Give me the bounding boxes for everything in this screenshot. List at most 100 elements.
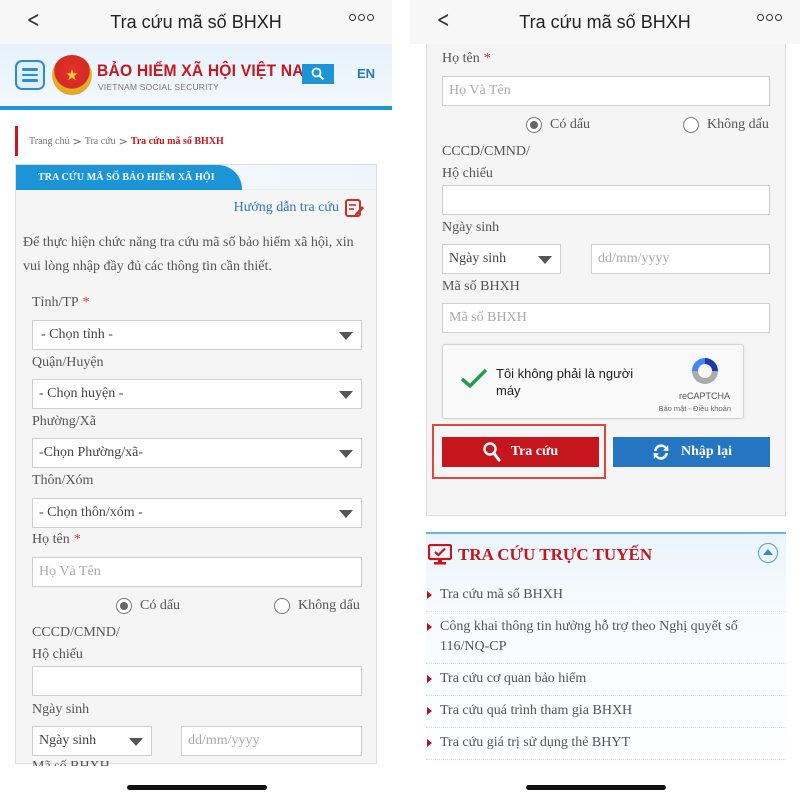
list-item[interactable]: Tra cứu mã số BHXH [426, 580, 786, 612]
radio-with-accent[interactable]: Có dấu [526, 117, 590, 133]
breadcrumb-separator: > [72, 134, 82, 148]
navbar-title: Tra cứu mã số BHXH [519, 11, 691, 32]
radio-label: Không dấu [298, 598, 360, 613]
radio-selected-icon [526, 117, 542, 133]
fullname-input[interactable]: Họ Và Tên [32, 557, 362, 587]
dropdown-caret-icon [339, 391, 353, 399]
search-button[interactable] [302, 64, 334, 84]
breadcrumb-section[interactable]: Tra cứu [85, 136, 116, 147]
navbar-title: Tra cứu mã số BHXH [110, 11, 282, 32]
online-lookup-title-text: TRA CỨU TRỰC TUYẾN [458, 545, 653, 564]
dropdown-caret-icon [339, 450, 353, 458]
fullname-input[interactable]: Họ Và Tên [442, 76, 770, 106]
search-button-label: Tra cứu [510, 444, 559, 459]
id-number-input[interactable] [442, 185, 770, 215]
breadcrumb-current: Tra cứu mã số BHXH [130, 135, 224, 147]
province-select[interactable]: - Chọn tỉnh - [32, 320, 362, 350]
id-number-input[interactable] [32, 666, 362, 696]
recaptcha-text: Tôi không phải là người máy [496, 366, 634, 398]
dob-label: Ngày sinh [32, 702, 90, 717]
id-number-label: CCCD/CMND/ Hộ chiếu [32, 625, 120, 662]
brand-subtitle: VIETNAM SOCIAL SECURITY [98, 82, 219, 92]
dob-label: Ngày sinh [442, 220, 500, 235]
online-lookup-list: Tra cứu mã số BHXH Công khai thông tin h… [426, 580, 786, 792]
dropdown-caret-icon [538, 256, 552, 264]
panel-tab-title: TRA CỨU MÃ SỐ BẢO HIỂM XÃ HỘI [16, 165, 242, 190]
radio-with-accent[interactable]: Có dấu [116, 598, 180, 614]
list-item[interactable]: Tra cứu giá trị sử dụng thẻ BHYT [426, 728, 786, 760]
panel-header: TRA CỨU MÃ SỐ BẢO HIỂM XÃ HỘI [16, 165, 376, 190]
dropdown-caret-icon [339, 510, 353, 518]
refresh-icon [653, 444, 669, 460]
lookup-form-panel: TRA CỨU MÃ SỐ BẢO HIỂM XÃ HỘI Hướng dẫn … [15, 164, 377, 774]
search-submit-button[interactable]: Tra cứu [442, 437, 599, 467]
list-item[interactable]: Tra cứu cơ quan bảo hiểm [426, 664, 786, 696]
edit-document-icon [345, 199, 364, 217]
reset-button[interactable]: Nhập lại [613, 437, 770, 467]
recaptcha-widget[interactable]: Tôi không phải là người máy reCAPTCHA Bả… [442, 344, 744, 419]
dob-type-value: Ngày sinh [449, 251, 507, 266]
province-label: Tỉnh/TP * [32, 295, 90, 310]
dropdown-caret-icon [129, 738, 143, 746]
search-icon [311, 67, 325, 81]
id-number-label: CCCD/CMND/ Hộ chiếu [442, 144, 530, 181]
ward-select-value: -Chọn Phường/xã- [39, 445, 144, 460]
site-header: ★ BẢO HIỂM XÃ HỘI VIỆT NAM VIETNAM SOCIA… [0, 44, 392, 110]
guide-link[interactable]: Hướng dẫn tra cứu [234, 199, 365, 217]
district-label: Quận/Huyện [32, 355, 104, 370]
recaptcha-logo-icon [692, 358, 718, 384]
collapse-up-icon[interactable] [758, 543, 778, 563]
ward-select[interactable]: -Chọn Phường/xã- [32, 438, 362, 468]
home-indicator [526, 785, 666, 790]
district-select[interactable]: - Chọn huyện - [32, 379, 362, 409]
bhxh-code-input[interactable]: Mã số BHXH [442, 303, 770, 333]
language-toggle[interactable]: EN [357, 66, 375, 81]
guide-label: Hướng dẫn tra cứu [233, 200, 339, 215]
lookup-form-panel: Họ tên * Họ Và Tên Có dấu Không dấu CCCD/… [426, 30, 786, 516]
back-chevron-icon[interactable]: < [27, 8, 40, 34]
dob-type-value: Ngày sinh [39, 733, 97, 748]
dob-type-select[interactable]: Ngày sinh [442, 244, 561, 274]
radio-label: Có dấu [140, 598, 181, 613]
breadcrumb: Trang chủ > Tra cứu > Tra cứu mã số BHXH [15, 126, 224, 156]
ward-label: Phường/Xã [32, 414, 96, 429]
fullname-label: Họ tên * [442, 51, 491, 66]
monitor-check-icon [428, 544, 452, 565]
radio-unselected-icon [274, 598, 290, 614]
dob-input[interactable]: dd/mm/yyyy [181, 726, 362, 756]
district-select-value: - Chọn huyện - [39, 386, 124, 401]
browser-navbar: < Tra cứu mã số BHXH [0, 0, 392, 44]
breadcrumb-separator: > [118, 134, 128, 148]
bottom-safe-area [0, 766, 392, 800]
hamlet-select[interactable]: - Chọn thôn/xóm - [32, 498, 362, 528]
reset-button-label: Nhập lại [681, 444, 732, 459]
browser-navbar: < Tra cứu mã số BHXH [410, 0, 800, 44]
breadcrumb-home[interactable]: Trang chủ [29, 136, 69, 147]
bottom-safe-area [410, 766, 800, 800]
list-item[interactable]: Công khai thông tin hưởng hỗ trợ theo Ng… [426, 612, 786, 664]
radio-without-accent[interactable]: Không dấu [274, 598, 360, 614]
list-item[interactable]: Tra cứu quá trình tham gia BHXH [426, 696, 786, 728]
hamlet-select-value: - Chọn thôn/xóm - [39, 505, 143, 520]
fullname-label: Họ tên * [32, 532, 81, 547]
bhxh-code-label: Mã số BHXH [442, 279, 520, 294]
search-icon [483, 442, 501, 462]
dob-type-select[interactable]: Ngày sinh [32, 726, 152, 756]
right-screen: Họ tên * Họ Và Tên Có dấu Không dấu CCCD/… [410, 0, 800, 800]
online-lookup-title: TRA CỨU TRỰC TUYẾN [428, 544, 652, 566]
province-select-value: - Chọn tỉnh - [41, 327, 113, 342]
more-options-icon[interactable] [757, 14, 782, 21]
radio-unselected-icon [683, 117, 699, 133]
recaptcha-terms-link[interactable]: Bảo mật - Điều khoản [658, 404, 731, 413]
intro-text: Để thực hiện chức năng tra cứu mã số bảo… [23, 235, 354, 274]
national-emblem-logo: ★ [52, 55, 92, 95]
hamlet-label: Thôn/Xóm [32, 473, 94, 488]
hamburger-menu-icon[interactable] [15, 60, 45, 90]
radio-label: Không dấu [707, 117, 769, 132]
dropdown-caret-icon [339, 332, 353, 340]
left-screen: < Tra cứu mã số BHXH ★ BẢO HIỂM XÃ HỘI V… [0, 0, 392, 800]
more-options-icon[interactable] [349, 14, 374, 21]
radio-without-accent[interactable]: Không dấu [683, 117, 769, 133]
back-chevron-icon[interactable]: < [437, 8, 450, 34]
dob-input[interactable]: dd/mm/yyyy [591, 244, 770, 274]
